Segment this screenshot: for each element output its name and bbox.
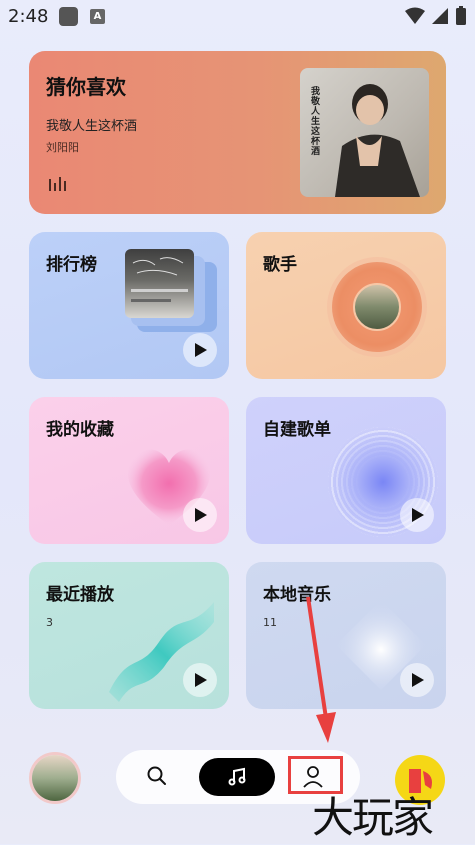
singer-avatar-ring: [332, 262, 422, 352]
watermark-text: 大玩家: [312, 793, 434, 842]
status-icons: [405, 6, 467, 26]
music-note-icon: [228, 767, 246, 786]
favorites-card[interactable]: 我的收藏: [29, 397, 229, 544]
play-icon: [195, 508, 207, 522]
ranking-title: 排行榜: [46, 255, 97, 275]
custom-playlist-play-button[interactable]: [400, 498, 434, 532]
signal-icon: [432, 8, 448, 24]
music-tab-button[interactable]: [199, 758, 275, 796]
status-time: 2:48: [8, 6, 49, 27]
recent-play-button[interactable]: [183, 663, 217, 697]
local-music-card[interactable]: 本地音乐 11: [246, 562, 446, 709]
album-person-image: [335, 84, 420, 197]
singer-card[interactable]: 歌手: [246, 232, 446, 379]
app-notification-icon: [59, 7, 78, 26]
hero-song-title: 我敬人生这杯酒: [46, 119, 138, 134]
ranking-card[interactable]: 排行榜: [29, 232, 229, 379]
play-icon: [195, 343, 207, 357]
local-music-play-button[interactable]: [400, 663, 434, 697]
battery-icon: [456, 6, 466, 25]
search-icon[interactable]: [146, 765, 168, 787]
singer-avatar: [353, 283, 401, 331]
guess-you-like-card[interactable]: 猜你喜欢 我敬人生这杯酒 刘阳阳 我敬人生这杯酒: [29, 51, 446, 214]
a-icon: A: [90, 9, 105, 24]
ranking-play-button[interactable]: [183, 333, 217, 367]
ranking-album-cover: [125, 249, 194, 318]
favorites-play-button[interactable]: [183, 498, 217, 532]
hero-artist: 刘阳阳: [46, 141, 79, 154]
album-cover-text: 我敬人生这杯酒: [309, 86, 319, 156]
play-icon: [412, 673, 424, 687]
equalizer-icon: [49, 177, 66, 191]
now-playing-avatar[interactable]: [29, 752, 81, 804]
hero-album-cover[interactable]: 我敬人生这杯酒: [300, 68, 429, 197]
annotation-arrow: [306, 596, 336, 743]
custom-playlist-title: 自建歌单: [263, 420, 331, 440]
status-bar: 2:48 A: [0, 0, 475, 34]
favorites-title: 我的收藏: [46, 420, 114, 440]
hero-title: 猜你喜欢: [46, 75, 126, 99]
recent-played-card[interactable]: 最近播放 3: [29, 562, 229, 709]
recent-count: 3: [46, 616, 53, 629]
custom-playlist-card[interactable]: 自建歌单: [246, 397, 446, 544]
wifi-icon: [405, 7, 425, 24]
local-music-count: 11: [263, 616, 277, 629]
play-icon: [412, 508, 424, 522]
play-icon: [195, 673, 207, 687]
singer-title: 歌手: [263, 255, 297, 275]
